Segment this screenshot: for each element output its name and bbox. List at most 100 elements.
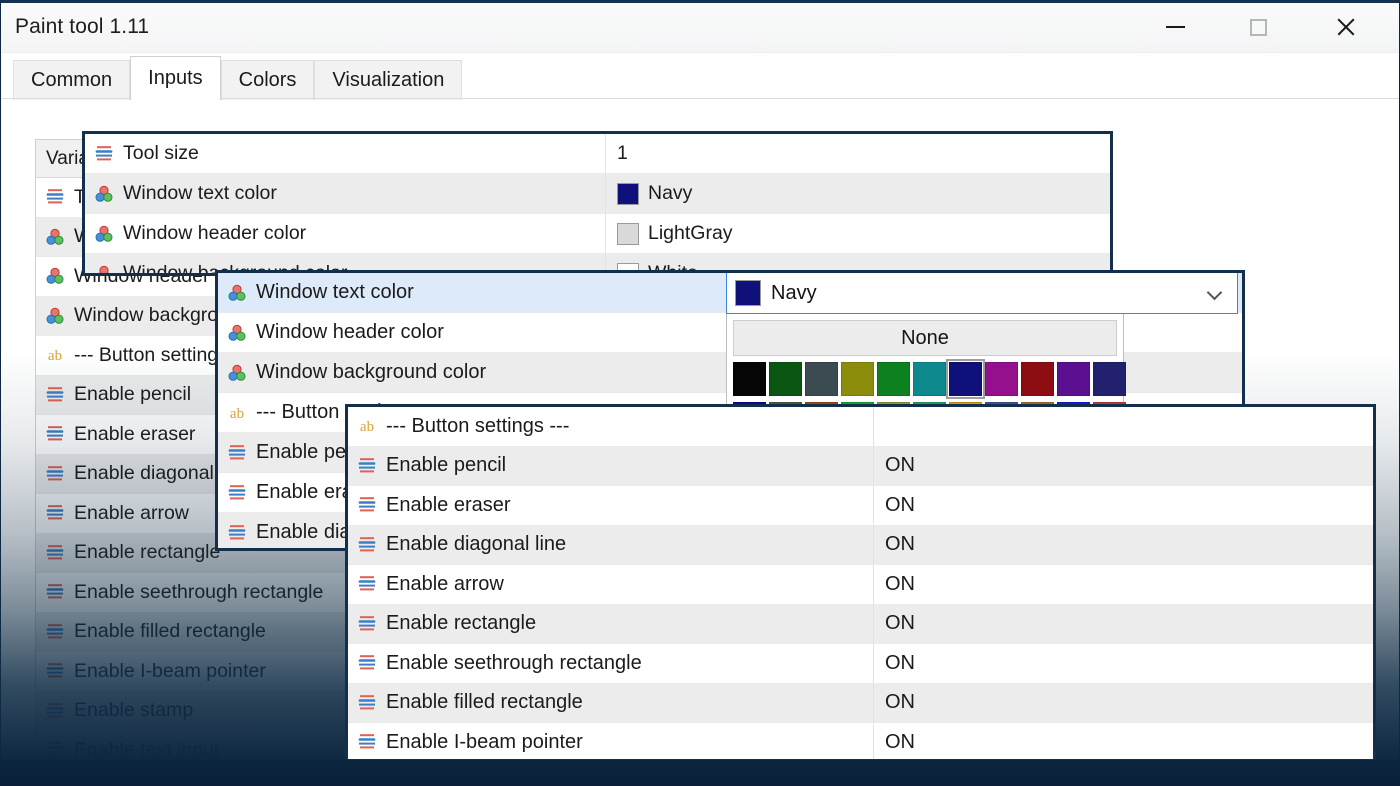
property-label-cell: Window header color <box>218 321 733 344</box>
property-row[interactable]: Enable I-beam pointer ON <box>348 723 1373 759</box>
property-row[interactable]: Enable pencil ON <box>348 446 1373 486</box>
property-value-cell[interactable]: ON <box>873 525 1373 564</box>
close-button[interactable] <box>1315 3 1377 51</box>
palette-swatch[interactable] <box>913 362 946 396</box>
property-label-cell: Enable eraser <box>348 494 873 517</box>
palette-swatch[interactable] <box>985 362 1018 396</box>
property-label: Enable eraser <box>386 493 511 516</box>
bool-icon <box>358 576 376 591</box>
property-row[interactable]: Enable filled rectangle ON <box>348 683 1373 723</box>
bool-icon <box>46 584 64 599</box>
palette-swatch[interactable] <box>946 359 985 399</box>
property-value-cell[interactable]: ON <box>873 604 1373 643</box>
palette-swatch[interactable] <box>1093 362 1126 396</box>
property-value-cell[interactable]: ON <box>873 683 1373 722</box>
property-value-cell[interactable] <box>873 407 1373 446</box>
bool-icon <box>46 702 64 718</box>
property-label-cell: Enable I-beam pointer <box>348 731 873 754</box>
property-value-cell[interactable]: ON <box>873 644 1373 683</box>
bool-icon <box>228 444 246 459</box>
palette-swatch[interactable] <box>769 362 802 396</box>
property-row[interactable]: Enable eraser ON <box>348 486 1373 526</box>
property-value-cell[interactable]: ON <box>873 446 1373 485</box>
property-label-cell: Enable rectangle <box>36 541 220 564</box>
color-icon <box>46 268 64 285</box>
bool-icon <box>46 663 64 678</box>
property-row[interactable]: Enable diagonal line ON <box>348 525 1373 565</box>
property-row[interactable]: Enable arrow ON <box>348 565 1373 605</box>
property-label: Enable arrow <box>386 572 504 595</box>
bool-icon <box>228 524 246 539</box>
color-icon <box>228 284 246 301</box>
property-value-cell[interactable]: LightGray <box>605 214 1110 253</box>
tab-label: Common <box>31 69 113 91</box>
property-label: Enable seethrough rectangle <box>386 651 642 674</box>
property-label-cell: Enable pencil <box>348 454 873 477</box>
property-label: Window text color <box>256 281 414 303</box>
color-combobox[interactable]: Navy <box>726 273 1238 314</box>
value-color-swatch <box>617 182 639 205</box>
property-row[interactable]: Window text color Navy <box>85 174 1110 214</box>
tab-colors[interactable]: Colors <box>220 60 315 100</box>
property-value: Navy <box>648 182 693 204</box>
tab-common[interactable]: Common <box>13 60 131 100</box>
popup1-rows: Tool size 1 Window text color Navy Window he… <box>85 134 1110 273</box>
property-row[interactable]: Window header color LightGray <box>85 214 1110 254</box>
color-icon <box>228 324 246 341</box>
property-row[interactable]: Tool size 1 <box>85 134 1110 174</box>
property-label-cell: Window text color <box>218 281 733 304</box>
property-label-cell: Window background color <box>218 361 733 384</box>
minimize-icon <box>1165 26 1185 28</box>
color-icon <box>228 364 246 381</box>
property-value: 1 <box>617 142 628 164</box>
property-label-cell: Enable diagonal line <box>348 533 873 556</box>
property-label: Enable stamp <box>74 699 194 722</box>
property-value-cell[interactable]: ON <box>873 486 1373 525</box>
palette-swatch[interactable] <box>805 362 838 396</box>
property-row[interactable]: Enable rectangle ON <box>348 604 1373 644</box>
tab-label: Visualization <box>332 69 445 91</box>
property-label-cell: Enable filled rectangle <box>36 620 266 643</box>
property-row[interactable]: Enable seethrough rectangle ON <box>348 644 1373 684</box>
property-value-cell[interactable]: ON <box>873 723 1373 759</box>
bool-icon <box>358 694 376 710</box>
window-title: Paint tool 1.11 <box>15 15 150 38</box>
property-value-cell[interactable]: 1 <box>605 134 1110 173</box>
tab-visualization[interactable]: Visualization <box>314 60 463 100</box>
property-label: Window text color <box>123 182 277 204</box>
bool-icon <box>46 623 64 639</box>
property-value: ON <box>885 651 915 674</box>
property-label: Enable rectangle <box>386 612 537 635</box>
palette-swatch[interactable] <box>1021 362 1054 396</box>
property-value-cell[interactable]: Navy <box>605 174 1110 213</box>
property-row[interactable]: ab --- Button settings --- <box>348 407 1373 447</box>
value-color-swatch <box>617 222 639 245</box>
property-label-cell: Enable seethrough rectangle <box>348 652 873 675</box>
property-label: Enable rectangle <box>74 541 221 564</box>
property-label-cell: Enable I-beam pointer <box>36 660 266 683</box>
bool-icon <box>358 615 376 631</box>
desktop-taskbar <box>0 760 1400 786</box>
property-label-cell: Enable filled rectangle <box>348 691 873 714</box>
property-label-cell: Enable stamp <box>36 699 193 722</box>
tab-label: Inputs <box>148 67 203 89</box>
tab-inputs[interactable]: Inputs <box>130 56 221 100</box>
color-icon <box>46 228 64 245</box>
property-label-cell: Window text color <box>85 182 605 205</box>
text-icon: ab <box>48 348 62 364</box>
bool-icon <box>46 386 64 402</box>
property-value: ON <box>885 730 915 753</box>
property-value-cell[interactable]: ON <box>873 565 1373 604</box>
property-label: Enable filled rectangle <box>386 691 583 714</box>
text-icon: ab <box>360 419 374 435</box>
palette-swatch[interactable] <box>733 362 766 396</box>
bool-icon <box>46 505 64 520</box>
bool-icon <box>358 655 376 670</box>
maximize-button[interactable] <box>1227 3 1289 51</box>
palette-swatch[interactable] <box>877 362 910 396</box>
minimize-button[interactable] <box>1144 3 1206 51</box>
palette-swatch[interactable] <box>1057 362 1090 396</box>
palette-swatch[interactable] <box>841 362 874 396</box>
property-label-cell: Enable pencil <box>36 383 191 406</box>
color-option-none[interactable]: None <box>733 320 1117 356</box>
